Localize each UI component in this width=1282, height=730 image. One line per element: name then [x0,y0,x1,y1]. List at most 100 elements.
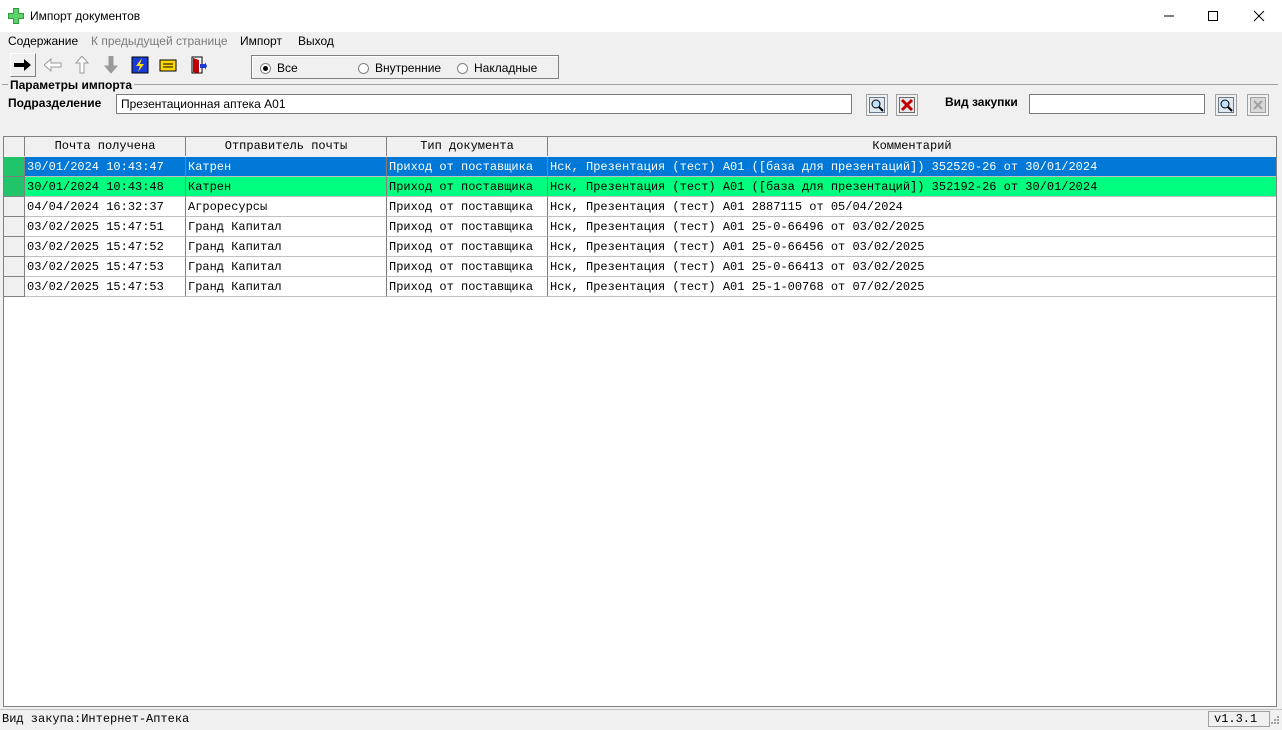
magnifier-icon [869,97,885,113]
cell-doc-type: Приход от поставщика [387,217,548,237]
filter-all-radio[interactable]: Все [260,61,298,75]
cell-received: 03/02/2025 15:47:53 [25,257,186,277]
move-down-button[interactable] [98,53,124,77]
cell-sender: Гранд Капитал [186,277,387,297]
table-row[interactable]: 30/01/2024 10:43:48 Катрен Приход от пос… [4,177,1276,197]
cell-sender: Катрен [186,177,387,197]
division-field[interactable]: Презентационная аптека А01 [116,94,852,114]
purchase-type-search-button[interactable] [1215,94,1237,116]
mail-button[interactable] [155,53,181,77]
menu-exit[interactable]: Выход [298,34,334,48]
magnifier-icon [1218,97,1234,113]
table-row[interactable]: 03/02/2025 15:47:51 Гранд Капитал Приход… [4,217,1276,237]
toolbar [0,51,1282,81]
row-indicator[interactable] [4,197,25,217]
cell-doc-type: Приход от поставщика [387,157,548,177]
app-cross-icon [8,8,24,24]
close-button[interactable] [1236,0,1282,32]
division-search-button[interactable] [866,94,888,116]
row-indicator[interactable] [4,237,25,257]
menu-import[interactable]: Импорт [240,34,282,48]
menu-contents[interactable]: Содержание [8,34,78,48]
envelope-icon [159,59,177,72]
row-indicator[interactable] [4,277,25,297]
filter-invoices-radio[interactable]: Накладные [457,61,537,75]
menu-back[interactable]: К предыдущей странице [91,34,228,48]
row-indicator[interactable] [4,177,25,197]
status-version: v1.3.1 [1214,712,1258,726]
status-bar [0,709,1282,730]
documents-table: Почта получена Отправитель почты Тип док… [3,136,1277,707]
exit-door-button[interactable] [185,53,211,77]
maximize-icon [1208,11,1218,21]
table-row[interactable]: 30/01/2024 10:43:47 Катрен Приход от пос… [4,157,1276,177]
clear-x-disabled-icon [1250,97,1266,113]
cell-comment: Нск, Презентация (тест) А01 25-0-66456 о… [548,237,1276,257]
cell-received: 30/01/2024 10:43:47 [25,157,186,177]
table-header: Почта получена Отправитель почты Тип док… [4,137,1276,158]
minimize-button[interactable] [1146,0,1192,32]
column-header-received[interactable]: Почта получена [25,137,186,156]
cell-received: 03/02/2025 15:47:51 [25,217,186,237]
menu-bar: Содержание К предыдущей странице Импорт … [0,32,1282,50]
move-up-button[interactable] [69,53,95,77]
purchase-type-label: Вид закупки [945,95,1018,109]
cell-doc-type: Приход от поставщика [387,277,548,297]
column-header-sender[interactable]: Отправитель почты [186,137,387,156]
cell-sender: Гранд Капитал [186,237,387,257]
minimize-icon [1164,15,1174,17]
division-label: Подразделение [8,96,102,110]
cell-doc-type: Приход от поставщика [387,237,548,257]
cell-sender: Гранд Капитал [186,257,387,277]
arrow-left-icon [44,58,62,72]
cell-comment: Нск, Презентация (тест) А01 2887115 от 0… [548,197,1276,217]
radio-unchecked-icon [457,62,468,74]
column-header-doc-type[interactable]: Тип документа [387,137,548,156]
cell-comment: Нск, Презентация (тест) А01 25-1-00768 о… [548,277,1276,297]
cell-sender: Гранд Капитал [186,217,387,237]
row-indicator[interactable] [4,217,25,237]
cell-comment: Нск, Презентация (тест) А01 ([база для п… [548,177,1276,197]
filter-internal-radio[interactable]: Внутренние [358,61,441,75]
back-button[interactable] [40,53,66,77]
title-bar [0,0,1282,32]
cell-received: 30/01/2024 10:43:48 [25,177,186,197]
clear-x-icon [899,97,915,113]
cell-comment: Нск, Презентация (тест) А01 ([база для п… [548,157,1276,177]
table-row[interactable]: 03/02/2025 15:47:52 Гранд Капитал Приход… [4,237,1276,257]
row-indicator[interactable] [4,257,25,277]
table-row[interactable]: 04/04/2024 16:32:37 Агроресурсы Приход о… [4,197,1276,217]
forward-button[interactable] [10,53,36,77]
arrow-up-icon [75,56,89,74]
cell-doc-type: Приход от поставщика [387,177,548,197]
cell-comment: Нск, Презентация (тест) А01 25-0-66496 о… [548,217,1276,237]
door-exit-icon [191,56,207,74]
division-clear-button[interactable] [896,94,918,116]
run-import-button[interactable] [127,53,153,77]
column-header-comment[interactable]: Комментарий [548,137,1276,156]
purchase-type-field[interactable] [1029,94,1205,114]
filter-radio-group: Все Внутренние Накладные [251,55,559,79]
radio-unchecked-icon [358,62,369,74]
resize-grip-icon[interactable] [1268,715,1280,730]
cell-sender: Катрен [186,157,387,177]
status-purchase-type: Вид закупа:Интернет-Аптека [2,712,190,726]
lightning-icon [131,56,149,74]
radio-checked-icon [260,62,271,74]
cell-doc-type: Приход от поставщика [387,257,548,277]
import-params-legend: Параметры импорта [8,78,135,92]
maximize-button[interactable] [1190,0,1236,32]
window-title: Импорт документов [30,9,141,23]
cell-received: 03/02/2025 15:47:52 [25,237,186,257]
arrow-right-icon [14,59,31,71]
table-row[interactable]: 03/02/2025 15:47:53 Гранд Капитал Приход… [4,257,1276,277]
cell-received: 04/04/2024 16:32:37 [25,197,186,217]
cell-sender: Агроресурсы [186,197,387,217]
arrow-down-icon [104,56,118,74]
table-row[interactable]: 03/02/2025 15:47:53 Гранд Капитал Приход… [4,277,1276,297]
header-indicator [4,137,25,156]
row-indicator[interactable] [4,157,25,177]
cell-comment: Нск, Презентация (тест) А01 25-0-66413 о… [548,257,1276,277]
purchase-type-clear-button[interactable] [1247,94,1269,116]
cell-received: 03/02/2025 15:47:53 [25,277,186,297]
